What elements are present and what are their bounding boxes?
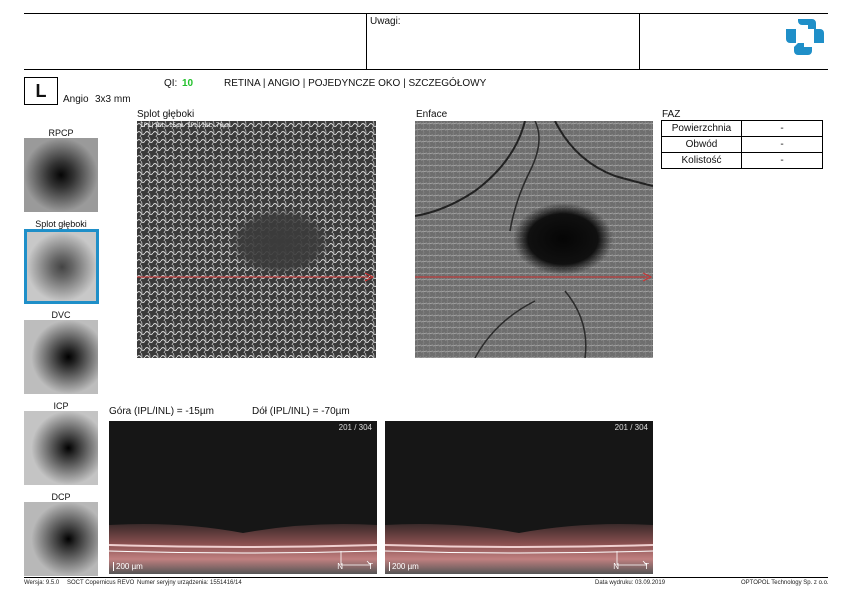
bscan-bottom-boundary[interactable]: 201 / 304 200 µm N T	[385, 421, 653, 574]
faz-title: FAZ	[662, 109, 681, 120]
faz-key-perimeter: Obwód	[661, 136, 742, 153]
scale-bar: 200 µm	[113, 562, 143, 571]
qi-value: 10	[182, 78, 194, 89]
optopol-logo	[784, 17, 826, 55]
deep-plexus-image[interactable]: IPL|INL-15µm IPL|INL-70µm	[137, 121, 376, 358]
bscan-counter: 201 / 304	[338, 423, 372, 432]
faz-value-perimeter: -	[741, 136, 823, 153]
mode-line: RETINA | ANGIO | POJEDYNCZE OKO | SZCZEG…	[224, 78, 487, 89]
header-bottom-rule	[24, 69, 828, 70]
deep-plexus-title: Splot głęboki	[137, 109, 195, 120]
scale-bar: 200 µm	[389, 562, 419, 571]
thumb-icp[interactable]	[24, 411, 98, 485]
temporal-label: T	[368, 562, 373, 571]
footer-device: SOCT Copernicus REVO	[67, 580, 135, 586]
eye-indicator: L	[24, 77, 58, 105]
faz-row: Obwód -	[661, 136, 823, 153]
notes-label: Uwagi:	[370, 16, 401, 27]
thumb-label-rpcp: RPCP	[48, 128, 74, 138]
deep-plexus-overlay: IPL|INL-15µm IPL|INL-70µm	[140, 122, 231, 129]
thumb-label-dcp: DCP	[51, 492, 71, 502]
footer-print-date: Data wydruku: 03.09.2019	[595, 580, 666, 586]
footer-rule	[24, 577, 828, 578]
footer-version: Wersja: 9.5.0	[24, 580, 60, 586]
bottom-layer-label: Dół (IPL/INL) = -70µm	[252, 406, 350, 417]
faz-table: Powierzchnia - Obwód - Kolistość -	[661, 120, 823, 169]
thumb-rpcp[interactable]	[24, 138, 98, 212]
header-divider-right	[639, 13, 640, 69]
faz-row: Powierzchnia -	[661, 120, 823, 137]
enface-image[interactable]	[415, 121, 653, 358]
faz-key-circularity: Kolistość	[661, 152, 742, 169]
bscan-top-boundary[interactable]: 201 / 304 200 µm N T	[109, 421, 377, 574]
footer-company: OPTOPOL Technology Sp. z o.o.	[741, 580, 829, 586]
thumb-deep-plexus[interactable]	[24, 229, 99, 304]
temporal-label: T	[644, 562, 649, 571]
nasal-label: N	[613, 562, 619, 571]
faz-value-circularity: -	[741, 152, 823, 169]
thumb-label-deep-plexus: Splot głęboki	[35, 219, 87, 229]
header-top-rule	[24, 13, 828, 14]
faz-row: Kolistość -	[661, 152, 823, 169]
thumb-dvc[interactable]	[24, 320, 98, 394]
thumb-label-dvc: DVC	[51, 310, 71, 320]
header-divider-left	[366, 13, 367, 69]
faz-key-area: Powierzchnia	[661, 120, 742, 137]
thumb-dcp[interactable]	[24, 502, 98, 576]
qi-label: QI:	[164, 78, 178, 89]
footer-serial: Numer seryjny urządzenia: 1551416/14	[137, 580, 242, 586]
bscan-counter: 201 / 304	[614, 423, 648, 432]
scan-size: 3x3 mm	[95, 94, 131, 105]
faz-value-area: -	[741, 120, 823, 137]
thumb-label-icp: ICP	[53, 401, 69, 411]
top-layer-label: Góra (IPL/INL) = -15µm	[109, 406, 214, 417]
scan-type: Angio	[63, 94, 89, 105]
nasal-label: N	[337, 562, 343, 571]
enface-title: Enface	[416, 109, 448, 120]
